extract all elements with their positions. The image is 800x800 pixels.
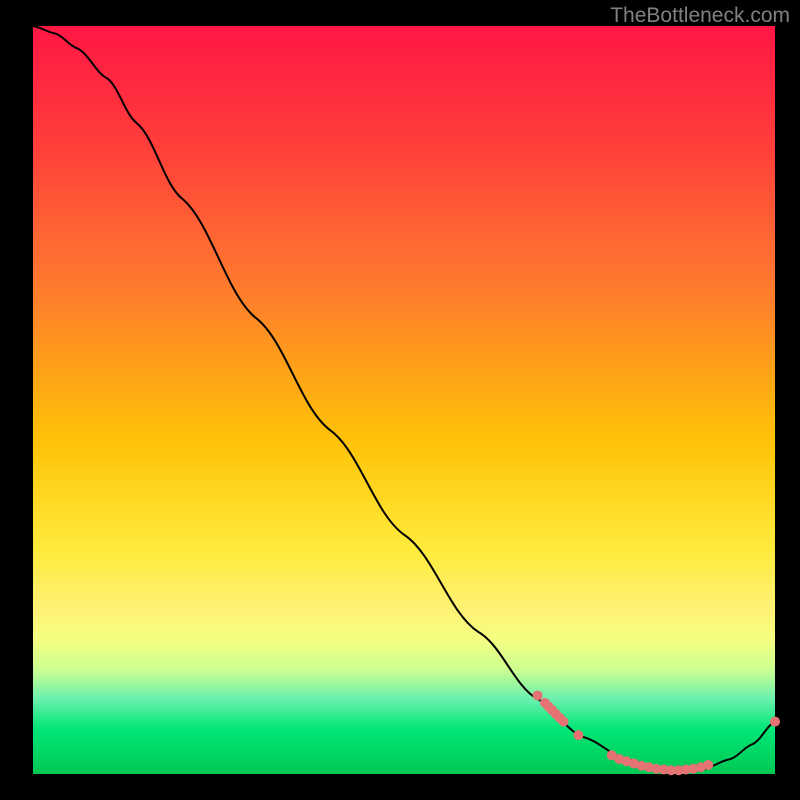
data-point xyxy=(559,717,569,727)
chart-background xyxy=(33,26,775,774)
data-point xyxy=(533,690,543,700)
watermark-text: TheBottleneck.com xyxy=(610,4,790,28)
data-point xyxy=(770,717,780,727)
bottleneck-chart xyxy=(0,0,800,800)
data-point xyxy=(703,760,713,770)
data-point xyxy=(573,730,583,740)
